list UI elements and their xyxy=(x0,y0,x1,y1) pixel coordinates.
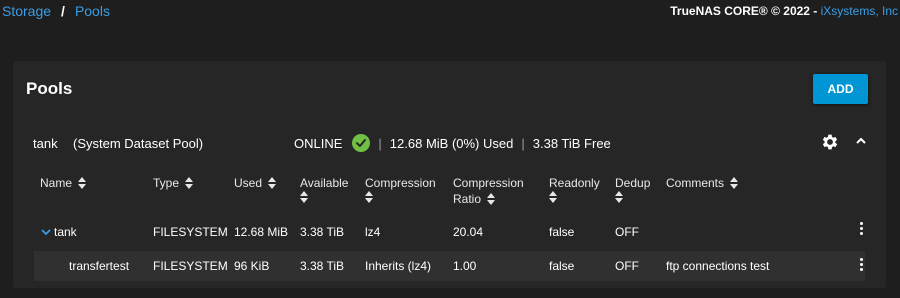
cell-readonly: false xyxy=(549,225,575,239)
column-header-compression-ratio[interactable]: Compression Ratio xyxy=(453,175,524,207)
cell-name: tank xyxy=(41,217,77,247)
pool-name: tank xyxy=(33,135,58,151)
sort-icon[interactable] xyxy=(365,191,373,203)
breadcrumb-separator: / xyxy=(61,3,65,19)
pool-used: 12.68 MiB (0%) Used xyxy=(389,135,514,151)
sort-icon[interactable] xyxy=(487,193,496,205)
cell-comments: ftp connections test xyxy=(666,259,770,273)
pool-header: tank (System Dataset Pool) ONLINE | 12.6… xyxy=(13,117,886,169)
cell-dedup: OFF xyxy=(615,225,639,239)
pool-free: 3.38 TiB Free xyxy=(532,135,611,151)
separator: | xyxy=(378,135,382,151)
pools-card: Pools ADD tank (System Dataset Pool) ONL… xyxy=(13,61,886,288)
column-header-compression[interactable]: Compression xyxy=(365,175,436,203)
cell-compression: Inherits (lz4) xyxy=(365,259,432,273)
cell-dedup: OFF xyxy=(615,259,639,273)
vendor-link[interactable]: iXsystems, Inc xyxy=(821,4,898,18)
gear-icon[interactable] xyxy=(820,132,840,152)
cell-available: 3.38 TiB xyxy=(300,259,345,273)
sort-icon[interactable] xyxy=(78,177,87,189)
sort-icon[interactable] xyxy=(549,191,557,203)
more-vert-icon[interactable] xyxy=(858,257,864,273)
cell-used: 96 KiB xyxy=(234,259,270,273)
pool-status: ONLINE | 12.68 MiB (0%) Used | 3.38 TiB … xyxy=(294,134,611,152)
top-bar: Storage / Pools TrueNAS CORE® © 2022 - i… xyxy=(0,0,900,22)
cell-ratio: 20.04 xyxy=(453,225,484,239)
column-header-readonly[interactable]: Readonly xyxy=(549,175,600,203)
chevron-up-icon[interactable] xyxy=(854,134,868,148)
table-row[interactable]: transfertest FILESYSTEM 96 KiB 3.38 TiB … xyxy=(34,251,865,281)
datasets-table: Name Type Used Available Compression Com… xyxy=(13,169,886,281)
separator: | xyxy=(521,135,525,151)
sort-icon[interactable] xyxy=(268,177,277,189)
breadcrumb-storage-link[interactable]: Storage xyxy=(2,3,51,19)
cell-available: 3.38 TiB xyxy=(300,225,345,239)
page-title: Pools xyxy=(26,79,73,98)
pool-status-text: ONLINE xyxy=(294,135,343,151)
copyright: TrueNAS CORE® © 2022 - iXsystems, Inc xyxy=(670,4,898,18)
chevron-down-icon[interactable] xyxy=(41,228,51,236)
cell-used: 12.68 MiB xyxy=(234,225,289,239)
sort-icon[interactable] xyxy=(300,191,308,203)
cell-name: transfertest xyxy=(69,259,130,273)
sort-icon[interactable] xyxy=(730,177,739,189)
column-header-comments[interactable]: Comments xyxy=(666,175,739,191)
table-row[interactable]: tank FILESYSTEM 12.68 MiB 3.38 TiB lz4 2… xyxy=(13,217,886,247)
cell-type: FILESYSTEM xyxy=(153,225,228,239)
column-header-name[interactable]: Name xyxy=(40,175,87,191)
add-button[interactable]: ADD xyxy=(813,74,868,104)
pool-description: (System Dataset Pool) xyxy=(73,135,204,151)
cell-readonly: false xyxy=(549,259,575,273)
column-header-available[interactable]: Available xyxy=(300,175,348,203)
column-header-dedup[interactable]: Dedup xyxy=(615,175,650,203)
more-vert-icon[interactable] xyxy=(858,221,864,237)
table-header: Name Type Used Available Compression Com… xyxy=(13,169,886,217)
breadcrumb: Storage / Pools xyxy=(2,3,110,19)
check-circle-icon xyxy=(352,134,371,152)
column-header-used[interactable]: Used xyxy=(234,175,277,191)
copyright-text: TrueNAS CORE® © 2022 - xyxy=(670,4,821,18)
breadcrumb-pools-link[interactable]: Pools xyxy=(75,3,110,19)
cell-compression: lz4 xyxy=(365,225,381,239)
sort-icon[interactable] xyxy=(185,177,194,189)
sort-icon[interactable] xyxy=(615,191,623,203)
column-header-type[interactable]: Type xyxy=(153,175,194,191)
cell-type: FILESYSTEM xyxy=(153,259,228,273)
cell-ratio: 1.00 xyxy=(453,259,477,273)
